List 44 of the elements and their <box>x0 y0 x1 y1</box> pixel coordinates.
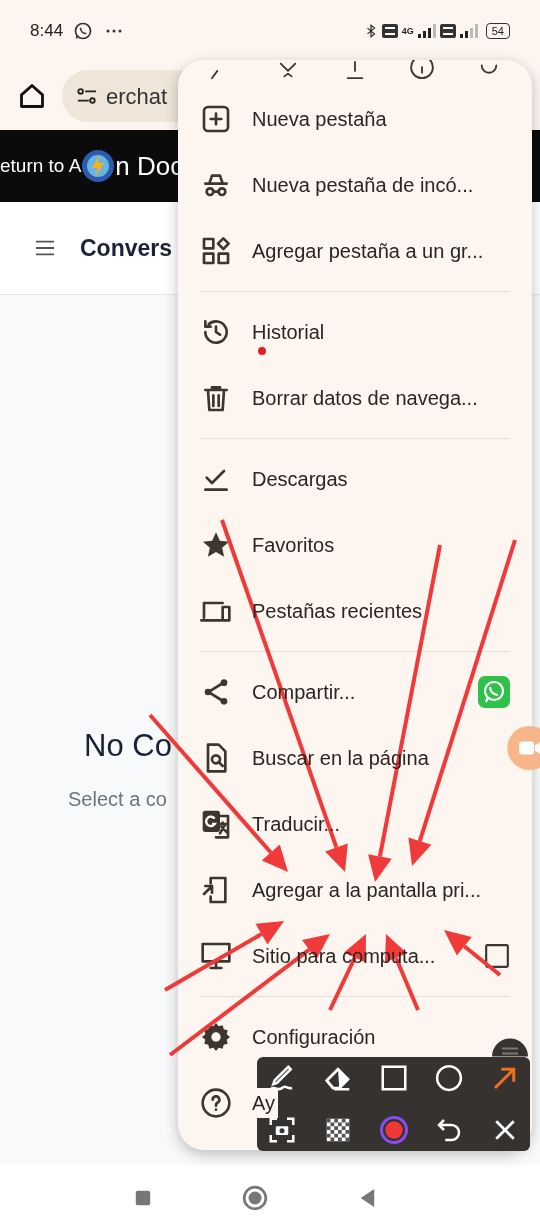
color-picker-icon[interactable] <box>378 1115 409 1145</box>
checkbox[interactable] <box>484 943 510 969</box>
menu-item[interactable]: Agregar a la pantalla pri... <box>252 875 482 905</box>
recents-button-icon <box>134 1188 152 1207</box>
lightning-logo-icon <box>81 149 116 183</box>
video-bubble-icon <box>505 725 540 771</box>
more-dots-icon <box>105 28 124 34</box>
menu-item[interactable]: Favoritos <box>252 530 335 560</box>
signal-icon <box>459 24 478 38</box>
site-settings-icon <box>76 86 98 106</box>
url-text: erchat <box>106 82 168 111</box>
clock-time: 8:44 <box>30 20 64 43</box>
circle-tool-icon[interactable] <box>434 1063 465 1093</box>
menu-item[interactable]: Nueva pestaña <box>252 104 387 134</box>
settings-icon <box>200 1021 232 1053</box>
desktop-icon <box>200 940 232 972</box>
add-tab-icon <box>200 103 232 135</box>
menu-item[interactable]: Historial <box>252 317 325 347</box>
empty-state-subtitle: Select a co <box>68 786 167 812</box>
banner-text: eturn to A <box>0 153 82 178</box>
volte-icon <box>381 24 398 38</box>
info-icon[interactable] <box>409 60 435 80</box>
home-button-icon <box>242 1184 268 1211</box>
menu-item[interactable]: Descargas <box>252 464 348 494</box>
menu-item[interactable]: Agregar pestaña a un gr... <box>252 236 484 266</box>
menu-item[interactable]: Configuración <box>252 1022 376 1052</box>
menu-item[interactable]: Borrar datos de navega... <box>252 383 478 413</box>
annotation-arrow <box>444 930 502 977</box>
empty-state-title: No Co <box>84 727 172 765</box>
home-icon <box>18 82 46 110</box>
tab-group-icon <box>200 235 232 267</box>
menu-item[interactable]: Ay <box>252 1088 278 1118</box>
signal-icon <box>417 24 436 38</box>
whatsapp-icon <box>73 21 94 41</box>
back-button-icon <box>358 1186 376 1209</box>
menu-item[interactable]: Nueva pestaña de incó... <box>252 170 474 200</box>
help-icon <box>200 1087 232 1119</box>
translate-icon <box>200 808 232 840</box>
page-title: Convers <box>80 233 173 263</box>
volte-icon <box>439 24 456 38</box>
network-type: 4G <box>401 25 414 38</box>
menu-icon <box>34 238 56 258</box>
battery-indicator: 54 <box>485 23 510 39</box>
screenshot-icon[interactable] <box>267 1115 297 1145</box>
